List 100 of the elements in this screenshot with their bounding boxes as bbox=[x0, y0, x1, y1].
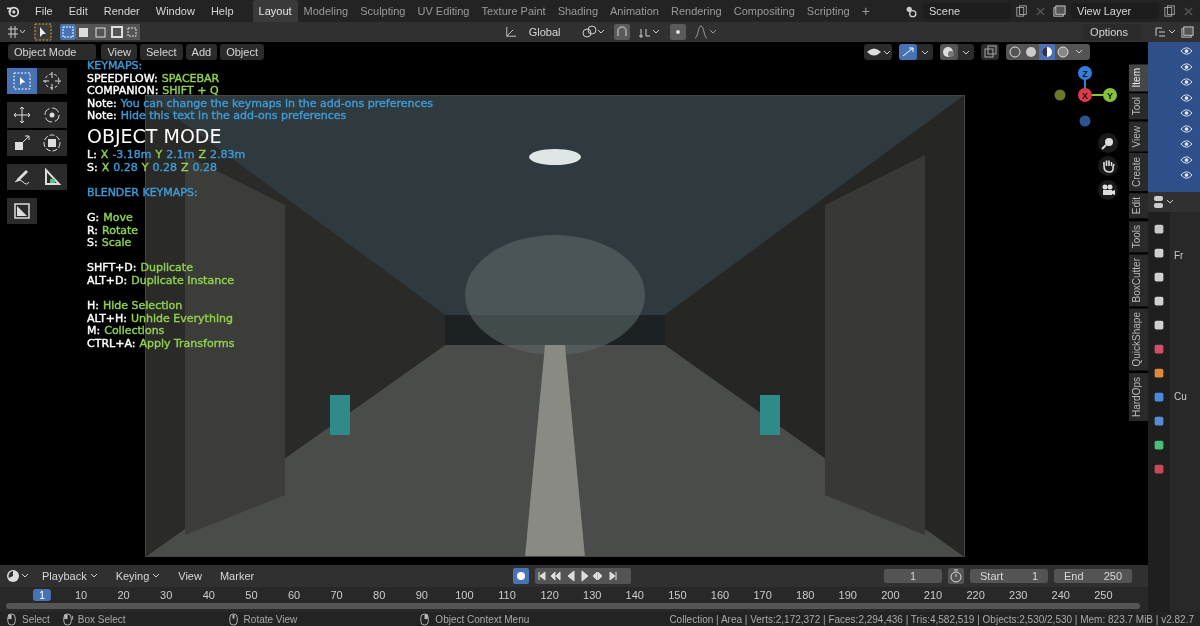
frame-number: 190 bbox=[837, 589, 858, 601]
sidebar-tab[interactable]: Create bbox=[1129, 153, 1148, 192]
playhead-frame[interactable]: 1 bbox=[32, 589, 52, 601]
pencil-icon[interactable] bbox=[7, 164, 37, 190]
caret-icon[interactable] bbox=[89, 573, 98, 579]
eye-icon[interactable] bbox=[1180, 61, 1193, 72]
copy-icon[interactable] bbox=[1016, 5, 1028, 17]
menu-item[interactable]: Window bbox=[148, 5, 202, 17]
record-icon[interactable] bbox=[513, 568, 530, 584]
eye-icon[interactable] bbox=[1180, 139, 1193, 149]
rotate-icon[interactable] bbox=[37, 102, 67, 128]
scale-icon[interactable] bbox=[7, 130, 37, 156]
options-dropdown[interactable]: Options bbox=[1082, 24, 1142, 40]
workspace-tab[interactable]: UV Editing bbox=[411, 0, 476, 22]
timeline-menu[interactable]: Playback bbox=[36, 569, 104, 583]
sidebar-tab[interactable]: Tools bbox=[1129, 220, 1148, 252]
viewport-menu[interactable]: Select bbox=[140, 44, 183, 60]
sidebar-tab[interactable]: BoxCutter bbox=[1129, 253, 1148, 307]
add-cube-icon[interactable] bbox=[7, 198, 37, 224]
view-layer-field[interactable]: View Layer bbox=[1071, 3, 1159, 19]
add-workspace-button[interactable]: + bbox=[855, 0, 876, 22]
selection-modes-icon[interactable] bbox=[60, 24, 140, 40]
playback-controls-icon[interactable] bbox=[535, 568, 632, 584]
sidebar-tab[interactable]: Item bbox=[1129, 64, 1148, 92]
shortcut-hint: Object Context Menu bbox=[435, 613, 530, 625]
tree-item[interactable]: Fr bbox=[1174, 250, 1200, 261]
pointer-tool-icon[interactable] bbox=[34, 23, 52, 41]
end-frame-field[interactable]: End 250 bbox=[1054, 569, 1132, 583]
link-icon[interactable] bbox=[582, 25, 607, 39]
scene-field[interactable]: Scene bbox=[923, 3, 1011, 19]
workspace-tab[interactable]: Layout bbox=[252, 0, 298, 22]
menu-item[interactable]: Edit bbox=[61, 5, 95, 17]
copy-icon[interactable] bbox=[1164, 5, 1176, 17]
image-stack-icon[interactable] bbox=[1053, 4, 1066, 18]
zoom-icon[interactable] bbox=[1098, 133, 1118, 153]
viewport-menu[interactable]: Object bbox=[220, 44, 264, 60]
frame-number: 160 bbox=[709, 589, 731, 601]
eye-icon[interactable] bbox=[1180, 108, 1193, 118]
sidebar-tab[interactable]: Tool bbox=[1129, 93, 1148, 120]
keymap-text: 0.28 bbox=[152, 161, 177, 175]
transform-icon[interactable] bbox=[37, 130, 67, 156]
frame-number: 40 bbox=[201, 589, 216, 601]
blender-logo-icon[interactable] bbox=[6, 4, 20, 18]
timeline-menu[interactable]: View bbox=[172, 569, 208, 583]
hand-icon[interactable] bbox=[1098, 156, 1118, 176]
stopwatch-icon[interactable] bbox=[948, 568, 964, 584]
ruler-icon[interactable] bbox=[37, 164, 67, 190]
workspace-tab[interactable]: Shading bbox=[551, 0, 605, 22]
eye-icon[interactable] bbox=[1180, 46, 1193, 56]
xray-icon[interactable] bbox=[981, 44, 999, 60]
crosshair-icon[interactable] bbox=[37, 68, 67, 94]
select-box-icon[interactable] bbox=[7, 68, 37, 94]
sidebar-tab[interactable]: View bbox=[1129, 121, 1148, 152]
workspace-tab[interactable]: Animation bbox=[604, 0, 665, 22]
image-stack-icon[interactable] bbox=[1181, 25, 1194, 39]
shading-modes-icon[interactable] bbox=[1006, 44, 1090, 60]
camera-icon[interactable] bbox=[1098, 180, 1118, 200]
sidebar-tab[interactable]: HardOps bbox=[1129, 372, 1148, 421]
viewport-menu[interactable]: View bbox=[101, 44, 138, 60]
falloff-curve-icon[interactable] bbox=[694, 25, 719, 39]
timeline-menu[interactable]: Marker bbox=[213, 569, 261, 583]
workspace-tab[interactable]: Modeling bbox=[297, 0, 355, 22]
keymap-text: 0.28 bbox=[113, 161, 138, 175]
eye-icon[interactable] bbox=[1180, 92, 1193, 103]
gizmo-toggle-icon[interactable] bbox=[899, 44, 933, 60]
eye-icon[interactable] bbox=[1180, 170, 1193, 180]
pivot-point-icon[interactable] bbox=[670, 24, 687, 40]
overlays-icon[interactable] bbox=[940, 44, 974, 60]
current-frame-field[interactable]: 1 bbox=[884, 569, 942, 583]
magnet-icon[interactable] bbox=[614, 24, 631, 40]
workspace-tab[interactable]: Compositing bbox=[727, 0, 801, 22]
axis-gizmo[interactable]: Z X Y bbox=[1049, 63, 1121, 129]
menu-item[interactable]: Help bbox=[203, 5, 241, 17]
workspace-tab[interactable]: Rendering bbox=[664, 0, 728, 22]
viewport-menu[interactable]: Add bbox=[185, 44, 218, 60]
workspace-tab[interactable]: Sculpting bbox=[354, 0, 412, 22]
workspace-tab[interactable]: Texture Paint bbox=[475, 0, 552, 22]
caret-icon[interactable] bbox=[152, 573, 161, 579]
workspace-tab[interactable]: Scripting bbox=[800, 0, 856, 22]
menu-item[interactable]: Render bbox=[96, 5, 147, 17]
orientation-dropdown[interactable]: Global bbox=[524, 26, 575, 38]
menu-item[interactable]: File bbox=[28, 5, 60, 17]
clock-icon[interactable] bbox=[6, 569, 30, 583]
editor-type-icon[interactable] bbox=[6, 25, 26, 39]
mode-dropdown[interactable]: Object Mode bbox=[8, 44, 97, 60]
eye-icon[interactable] bbox=[1180, 123, 1193, 134]
axes-icon[interactable] bbox=[503, 25, 517, 39]
start-frame-field[interactable]: Start 1 bbox=[970, 569, 1048, 583]
move-arrows-icon[interactable] bbox=[7, 102, 37, 128]
visibility-icon[interactable] bbox=[864, 44, 892, 60]
tree-item[interactable]: Cu bbox=[1174, 391, 1200, 402]
display-mode-icon[interactable] bbox=[1154, 25, 1178, 39]
sidebar-tab[interactable]: QuickShape bbox=[1129, 308, 1148, 371]
keymap-label: SHFT+D: bbox=[87, 262, 137, 275]
keymap-label: R: bbox=[87, 224, 98, 238]
timeline-menu[interactable]: Keying bbox=[109, 569, 167, 583]
eye-icon[interactable] bbox=[1180, 154, 1193, 165]
eye-icon[interactable] bbox=[1180, 77, 1193, 87]
sidebar-tab[interactable]: Edit bbox=[1129, 193, 1148, 219]
editor-type-icon[interactable] bbox=[1152, 195, 1176, 209]
